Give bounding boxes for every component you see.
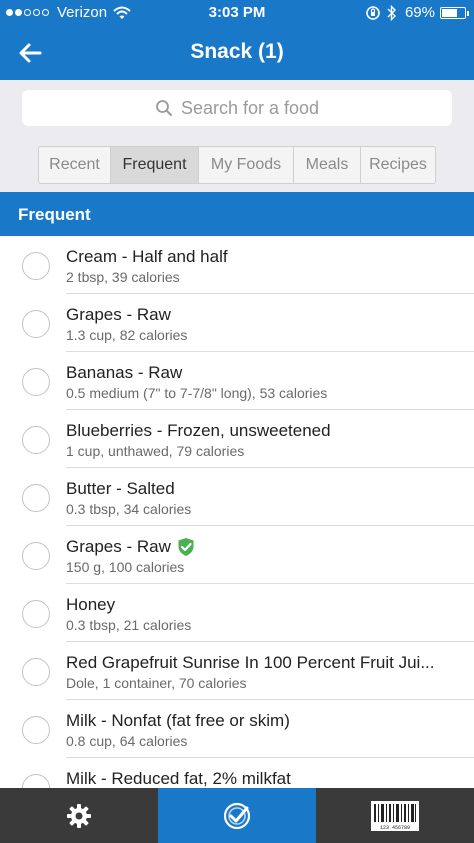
food-detail: 1 cup, unthawed, 79 calories: [66, 443, 245, 459]
select-radio[interactable]: [22, 484, 50, 512]
battery-icon: [440, 6, 469, 19]
food-name: Red Grapefruit Sunrise In 100 Percent Fr…: [66, 653, 435, 672]
food-detail: 2 tbsp, 39 calories: [66, 269, 180, 285]
select-radio[interactable]: [22, 426, 50, 454]
select-radio[interactable]: [22, 658, 50, 686]
battery-percentage: 69%: [404, 4, 435, 21]
food-detail: Dole, 1 container, 70 calories: [66, 675, 247, 691]
food-name: Milk - Nonfat (fat free or skim): [66, 711, 290, 730]
list-item[interactable]: Bananas - Raw 0.5 medium (7" to 7-7/8" l…: [0, 352, 474, 410]
navigation-bar: Snack (1): [0, 26, 474, 80]
tab-meals[interactable]: Meals: [294, 147, 361, 183]
food-name: Grapes - Raw: [66, 305, 171, 324]
list-item[interactable]: Red Grapefruit Sunrise In 100 Percent Fr…: [0, 642, 474, 700]
food-detail: 0.8 cup, 64 calories: [66, 733, 188, 749]
food-source-tabs: Recent Frequent My Foods Meals Recipes: [38, 146, 436, 184]
food-list: Cream - Half and half 2 tbsp, 39 calorie…: [0, 236, 474, 788]
food-name: Grapes - Raw: [66, 537, 171, 556]
search-input[interactable]: Search for a food: [22, 90, 452, 126]
select-radio[interactable]: [22, 716, 50, 744]
tab-recent[interactable]: Recent: [39, 147, 111, 183]
food-detail: 1.3 cup, 82 calories: [66, 327, 188, 343]
select-radio[interactable]: [22, 600, 50, 628]
search-icon: [156, 100, 172, 116]
status-bar: Verizon 3:03 PM 69%: [0, 0, 474, 26]
select-radio[interactable]: [22, 774, 50, 788]
select-radio[interactable]: [22, 252, 50, 280]
list-item[interactable]: Blueberries - Frozen, unsweetened 1 cup,…: [0, 410, 474, 468]
done-button[interactable]: [158, 788, 316, 843]
barcode-digits: 123 456789: [380, 825, 410, 831]
search-area: Search for a food Recent Frequent My Foo…: [0, 80, 474, 192]
food-detail: 0.5 medium (7" to 7-7/8" long), 53 calor…: [66, 385, 328, 401]
list-item[interactable]: Butter - Salted 0.3 tbsp, 34 calories: [0, 468, 474, 526]
section-header: Frequent: [0, 192, 474, 236]
food-name: Blueberries - Frozen, unsweetened: [66, 421, 331, 440]
food-name: Cream - Half and half: [66, 247, 228, 266]
settings-button[interactable]: [0, 788, 158, 843]
tab-recipes[interactable]: Recipes: [361, 147, 435, 183]
bottom-toolbar: 123 456789: [0, 788, 474, 843]
search-placeholder: Search for a food: [180, 97, 320, 118]
list-item[interactable]: Grapes - Raw 1.3 cup, 82 calories: [0, 294, 474, 352]
checkmark-circle-icon: [223, 802, 251, 829]
food-detail: 0.3 tbsp, 34 calories: [66, 501, 192, 517]
list-item[interactable]: Grapes - Raw 150 g, 100 calories: [0, 526, 474, 584]
select-radio[interactable]: [22, 542, 50, 570]
tab-my-foods[interactable]: My Foods: [199, 147, 294, 183]
select-radio[interactable]: [22, 310, 50, 338]
food-name: Milk - Reduced fat, 2% milkfat: [66, 769, 291, 788]
list-item[interactable]: Honey 0.3 tbsp, 21 calories: [0, 584, 474, 642]
page-title: Snack (1): [190, 40, 284, 63]
food-detail: 150 g, 100 calories: [66, 559, 185, 575]
rotation-lock-icon: [366, 5, 380, 20]
food-detail: 0.3 tbsp, 21 calories: [66, 617, 192, 633]
list-item[interactable]: Milk - Reduced fat, 2% milkfat: [0, 758, 474, 788]
list-item[interactable]: Cream - Half and half 2 tbsp, 39 calorie…: [0, 236, 474, 294]
list-item[interactable]: Milk - Nonfat (fat free or skim) 0.8 cup…: [0, 700, 474, 758]
gear-icon: [67, 803, 91, 828]
food-name: Bananas - Raw: [66, 363, 183, 382]
tab-frequent[interactable]: Frequent: [111, 147, 199, 183]
barcode-icon: 123 456789: [371, 800, 419, 831]
food-name: Butter - Salted: [66, 479, 175, 498]
barcode-scan-button[interactable]: 123 456789: [316, 788, 474, 843]
bluetooth-icon: [387, 4, 396, 21]
select-radio[interactable]: [22, 368, 50, 396]
food-name: Honey: [66, 595, 116, 614]
status-icons: 69%: [365, 4, 469, 21]
verified-shield-icon: [178, 538, 194, 556]
